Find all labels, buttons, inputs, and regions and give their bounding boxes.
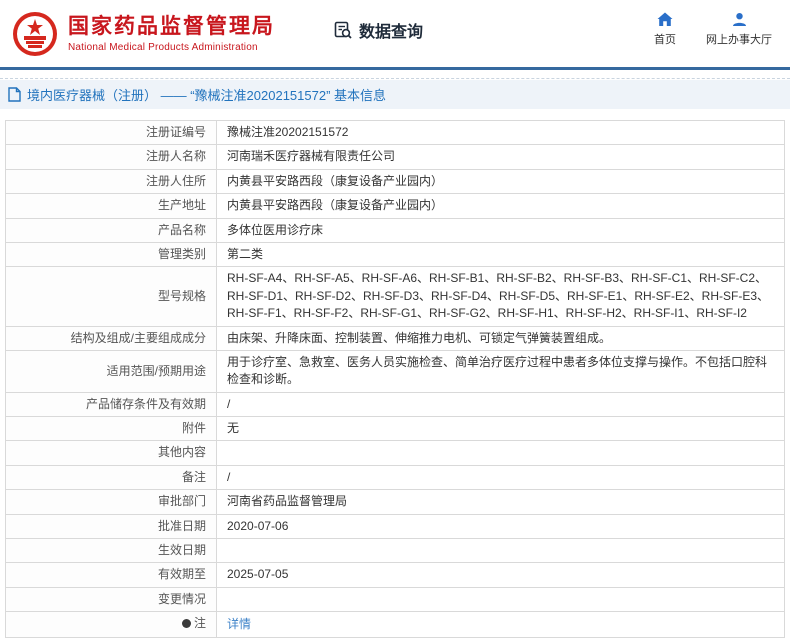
row-value-structure-composition: 由床架、升降床面、控制装置、伸缩推力电机、可锁定气弹簧装置组成。	[216, 325, 785, 351]
row-label-remarks: 备注	[5, 464, 217, 491]
agency-name-cn: 国家药品监督管理局	[68, 15, 275, 39]
agency-name-en: National Medical Products Administration	[68, 41, 258, 53]
row-label-valid-until: 有效期至	[5, 562, 217, 588]
table-row: 批准日期 2020-07-06	[5, 513, 785, 540]
section-title: 数据查询	[333, 18, 423, 42]
table-row: 审批部门 河南省药品监督管理局	[5, 489, 785, 515]
table-row: 产品储存条件及有效期 /	[5, 391, 785, 418]
row-label-product-name: 产品名称	[5, 217, 217, 243]
agency-title-block: 国家药品监督管理局 National Medical Products Admi…	[68, 14, 275, 52]
row-label-management-class: 管理类别	[5, 241, 217, 268]
row-label-registrant-address: 注册人住所	[5, 168, 217, 195]
note-icon	[181, 619, 191, 629]
national-emblem-logo	[13, 11, 57, 56]
row-value-note: 详情	[216, 611, 785, 638]
section-title-label: 数据查询	[359, 23, 424, 41]
user-icon	[732, 13, 746, 26]
row-value-approval-department: 河南省药品监督管理局	[216, 489, 785, 515]
row-value-remarks: /	[216, 464, 785, 491]
table-row: 产品名称 多体位医用诊疗床	[5, 217, 785, 243]
row-label-note: 注	[5, 611, 217, 638]
breadcrumb: 境内医疗器械（注册） —— “豫械注准20202151572” 基本信息	[0, 80, 790, 109]
nav-home[interactable]: 首页	[654, 12, 676, 47]
row-label-registration-no: 注册证编号	[5, 119, 217, 146]
nav-online-hall-label: 网上办事大厅	[706, 34, 772, 46]
nav-home-label: 首页	[654, 34, 676, 46]
table-row: 注册证编号 豫械注准20202151572	[5, 119, 785, 146]
table-row: 注册人住所 内黄县平安路西段（康复设备产业园内）	[5, 168, 785, 195]
data-query-icon	[334, 21, 352, 39]
row-label-storage-shelf-life: 产品储存条件及有效期	[5, 391, 217, 418]
row-value-model-spec: RH-SF-A4、RH-SF-A5、RH-SF-A6、RH-SF-B1、RH-S…	[216, 266, 785, 327]
row-label-other-content: 其他内容	[5, 440, 217, 466]
row-value-valid-until: 2025-07-05	[216, 562, 785, 588]
table-row: 生产地址 内黄县平安路西段（康复设备产业园内）	[5, 193, 785, 219]
row-value-approval-date: 2020-07-06	[216, 513, 785, 540]
row-value-other-content	[216, 440, 785, 466]
row-label-structure-composition: 结构及组成/主要组成成分	[5, 325, 217, 351]
home-icon	[657, 12, 673, 26]
row-value-registrant-address: 内黄县平安路西段（康复设备产业园内）	[216, 168, 785, 195]
table-row: 有效期至 2025-07-05	[5, 562, 785, 588]
row-label-approval-date: 批准日期	[5, 513, 217, 540]
table-row: 注册人名称 河南瑞禾医疗器械有限责任公司	[5, 144, 785, 170]
row-value-registrant-name: 河南瑞禾医疗器械有限责任公司	[216, 144, 785, 170]
document-icon	[8, 87, 21, 102]
table-row: 结构及组成/主要组成成分 由床架、升降床面、控制装置、伸缩推力电机、可锁定气弹簧…	[5, 325, 785, 351]
row-label-attachment: 附件	[5, 416, 217, 442]
row-value-registration-no: 豫械注准20202151572	[216, 119, 785, 146]
table-row: 型号规格 RH-SF-A4、RH-SF-A5、RH-SF-A6、RH-SF-B1…	[5, 266, 785, 327]
table-row: 生效日期	[5, 538, 785, 564]
row-label-registrant-name: 注册人名称	[5, 144, 217, 170]
breadcrumb-text: 境内医疗器械（注册） —— “豫械注准20202151572” 基本信息	[27, 88, 387, 103]
table-row: 管理类别 第二类	[5, 241, 785, 268]
row-label-effective-date: 生效日期	[5, 538, 217, 564]
row-label-production-address: 生产地址	[5, 193, 217, 219]
row-label-approval-department: 审批部门	[5, 489, 217, 515]
table-row: 附件 无	[5, 416, 785, 442]
dashed-divider	[0, 70, 790, 79]
row-value-storage-shelf-life: /	[216, 391, 785, 418]
nav-online-hall[interactable]: 网上办事大厅	[706, 12, 772, 47]
table-row: 适用范围/预期用途 用于诊疗室、急救室、医务人员实施检查、简单治疗医疗过程中患者…	[5, 349, 785, 393]
row-value-intended-use: 用于诊疗室、急救室、医务人员实施检查、简单治疗医疗过程中患者多体位支撑与操作。不…	[216, 349, 785, 393]
header-nav: 首页 网上办事大厅	[654, 12, 772, 47]
note-label-text: 注	[193, 616, 206, 631]
row-value-product-name: 多体位医用诊疗床	[216, 217, 785, 243]
row-label-model-spec: 型号规格	[5, 266, 217, 327]
page-header: 国家药品监督管理局 National Medical Products Admi…	[0, 0, 790, 67]
row-value-production-address: 内黄县平安路西段（康复设备产业园内）	[216, 193, 785, 219]
row-value-effective-date	[216, 538, 785, 564]
detail-link[interactable]: 详情	[227, 617, 251, 631]
table-row: 其他内容	[5, 440, 785, 466]
row-value-management-class: 第二类	[216, 241, 785, 268]
registration-detail-table: 注册证编号 豫械注准20202151572 注册人名称 河南瑞禾医疗器械有限责任…	[5, 119, 785, 638]
row-label-intended-use: 适用范围/预期用途	[5, 349, 217, 393]
table-row: 备注 /	[5, 464, 785, 491]
table-row: 注 详情	[5, 611, 785, 638]
row-value-attachment: 无	[216, 416, 785, 442]
